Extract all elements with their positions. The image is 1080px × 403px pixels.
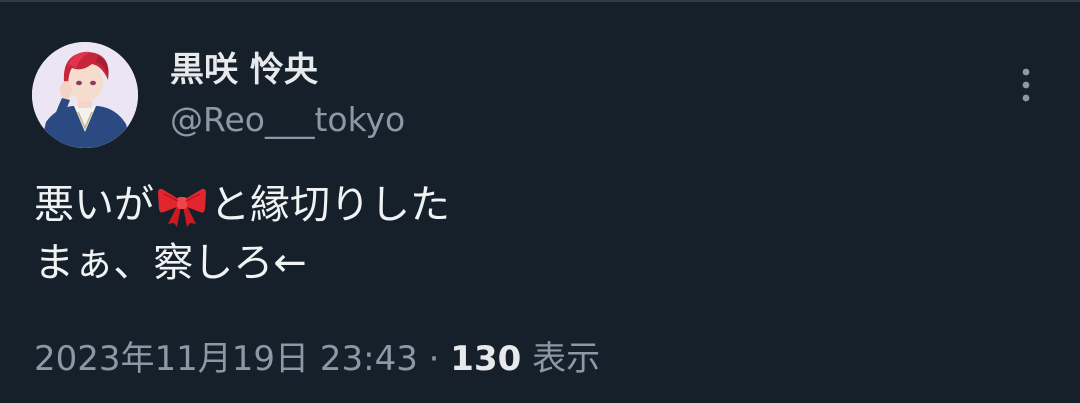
more-vertical-icon [1022, 68, 1030, 102]
tweet: 黒咲 怜央 @Reo___tokyo 悪いが と縁切りした まぁ、察しろ← 20… [0, 0, 1080, 403]
views-label: 表示 [521, 339, 601, 379]
tweet-text-segment: 悪いが [34, 182, 154, 228]
tweet-line-1: 悪いが と縁切りした [34, 176, 1034, 234]
meta-separator: · [417, 339, 451, 379]
ribbon-emoji [156, 182, 208, 228]
more-options-button[interactable] [1006, 64, 1046, 108]
views-count[interactable]: 130 [450, 339, 521, 379]
display-name[interactable]: 黒咲 怜央 [170, 48, 318, 92]
avatar[interactable] [32, 42, 138, 148]
timestamp[interactable]: 2023年11月19日 23:43 [34, 339, 418, 379]
tweet-line-2: まぁ、察しろ← [34, 234, 1034, 292]
user-handle[interactable]: @Reo___tokyo [170, 99, 405, 141]
tweet-text: 悪いが と縁切りした まぁ、察しろ← [34, 176, 1034, 292]
tweet-text-segment: と縁切りした [210, 182, 450, 228]
tweet-meta: 2023年11月19日 23:43 · 130 表示 [34, 336, 600, 382]
tweet-text-segment: まぁ、察しろ← [34, 240, 307, 286]
